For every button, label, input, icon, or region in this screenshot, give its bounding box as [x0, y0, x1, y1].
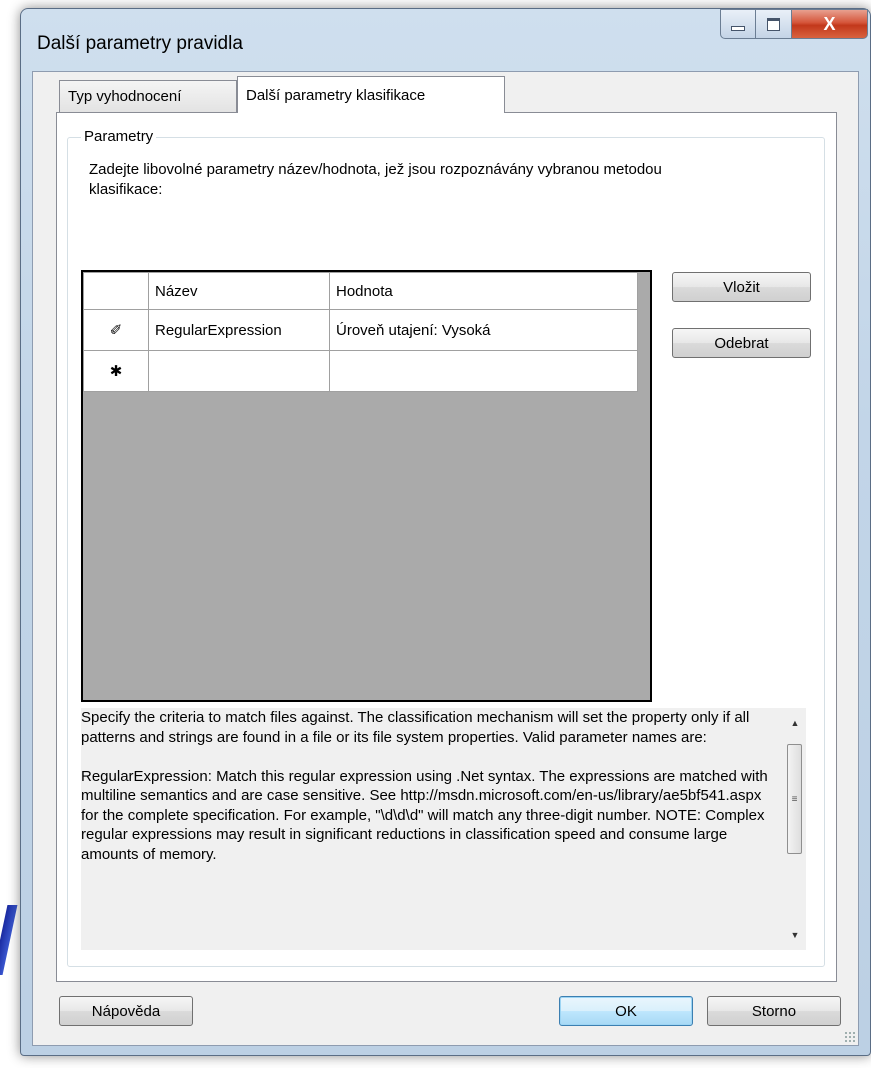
help-textbox[interactable]: Specify the criteria to match files agai… — [81, 708, 806, 950]
ok-button[interactable]: OK — [559, 996, 693, 1026]
parameters-grid[interactable]: Název Hodnota ✐ RegularExpression Úroveň… — [81, 270, 652, 702]
parameters-group: Parametry Zadejte libovolné parametry ná… — [67, 128, 825, 967]
dialog-client-area: Typ vyhodnocení Další parametry klasifik… — [32, 71, 859, 1046]
dialog-window: Další parametry pravidla X Typ vyhodnoce… — [20, 8, 871, 1056]
cancel-button[interactable]: Storno — [707, 996, 841, 1026]
row-header-corner — [83, 272, 149, 310]
minimize-button[interactable] — [720, 9, 756, 39]
asterisk-icon: ✱ — [83, 350, 149, 392]
title-bar[interactable]: Další parametry pravidla X — [21, 9, 870, 71]
scroll-thumb[interactable]: ≡ — [787, 744, 802, 854]
grid-header-row: Název Hodnota — [83, 272, 638, 310]
description-text: Zadejte libovolné parametry název/hodnot… — [89, 161, 662, 198]
close-icon: X — [823, 13, 836, 34]
grid-table: Název Hodnota ✐ RegularExpression Úroveň… — [83, 272, 638, 392]
vertical-scrollbar[interactable]: ▲ ≡ ▼ — [784, 708, 806, 950]
maximize-button[interactable] — [756, 9, 792, 39]
new-row[interactable]: ✱ — [83, 350, 638, 392]
column-header-name[interactable]: Název — [148, 272, 330, 310]
pencil-icon: ✐ — [83, 309, 149, 351]
scroll-down-icon[interactable]: ▼ — [784, 924, 806, 946]
scroll-up-icon[interactable]: ▲ — [784, 712, 806, 734]
remove-button[interactable]: Odebrat — [672, 328, 811, 358]
column-header-value[interactable]: Hodnota — [329, 272, 638, 310]
maximize-icon — [767, 17, 780, 31]
tab-dalsi-parametry-klasifikace[interactable]: Další parametry klasifikace — [237, 76, 505, 113]
close-button[interactable]: X — [792, 9, 868, 39]
minimize-icon — [731, 26, 745, 31]
caption-buttons: X — [720, 9, 868, 43]
group-legend: Parametry — [81, 128, 157, 145]
resize-grip-icon[interactable] — [844, 1031, 856, 1043]
tab-typ-vyhodnoceni[interactable]: Typ vyhodnocení — [59, 80, 237, 112]
tab-page: Parametry Zadejte libovolné parametry ná… — [56, 112, 837, 982]
cell-name[interactable]: RegularExpression — [148, 309, 330, 351]
table-row[interactable]: ✐ RegularExpression Úroveň utajení: Vyso… — [83, 309, 638, 351]
insert-button[interactable]: Vložit — [672, 272, 811, 302]
cell-value[interactable] — [329, 350, 638, 392]
cell-name[interactable] — [148, 350, 330, 392]
help-text: Specify the criteria to match files agai… — [81, 709, 768, 863]
help-button[interactable]: Nápověda — [59, 996, 193, 1026]
tab-label: Typ vyhodnocení — [68, 88, 182, 105]
decorative-shape — [0, 905, 18, 975]
window-title: Další parametry pravidla — [37, 33, 243, 54]
tab-label: Další parametry klasifikace — [246, 86, 426, 104]
cell-value[interactable]: Úroveň utajení: Vysoká — [329, 309, 638, 351]
